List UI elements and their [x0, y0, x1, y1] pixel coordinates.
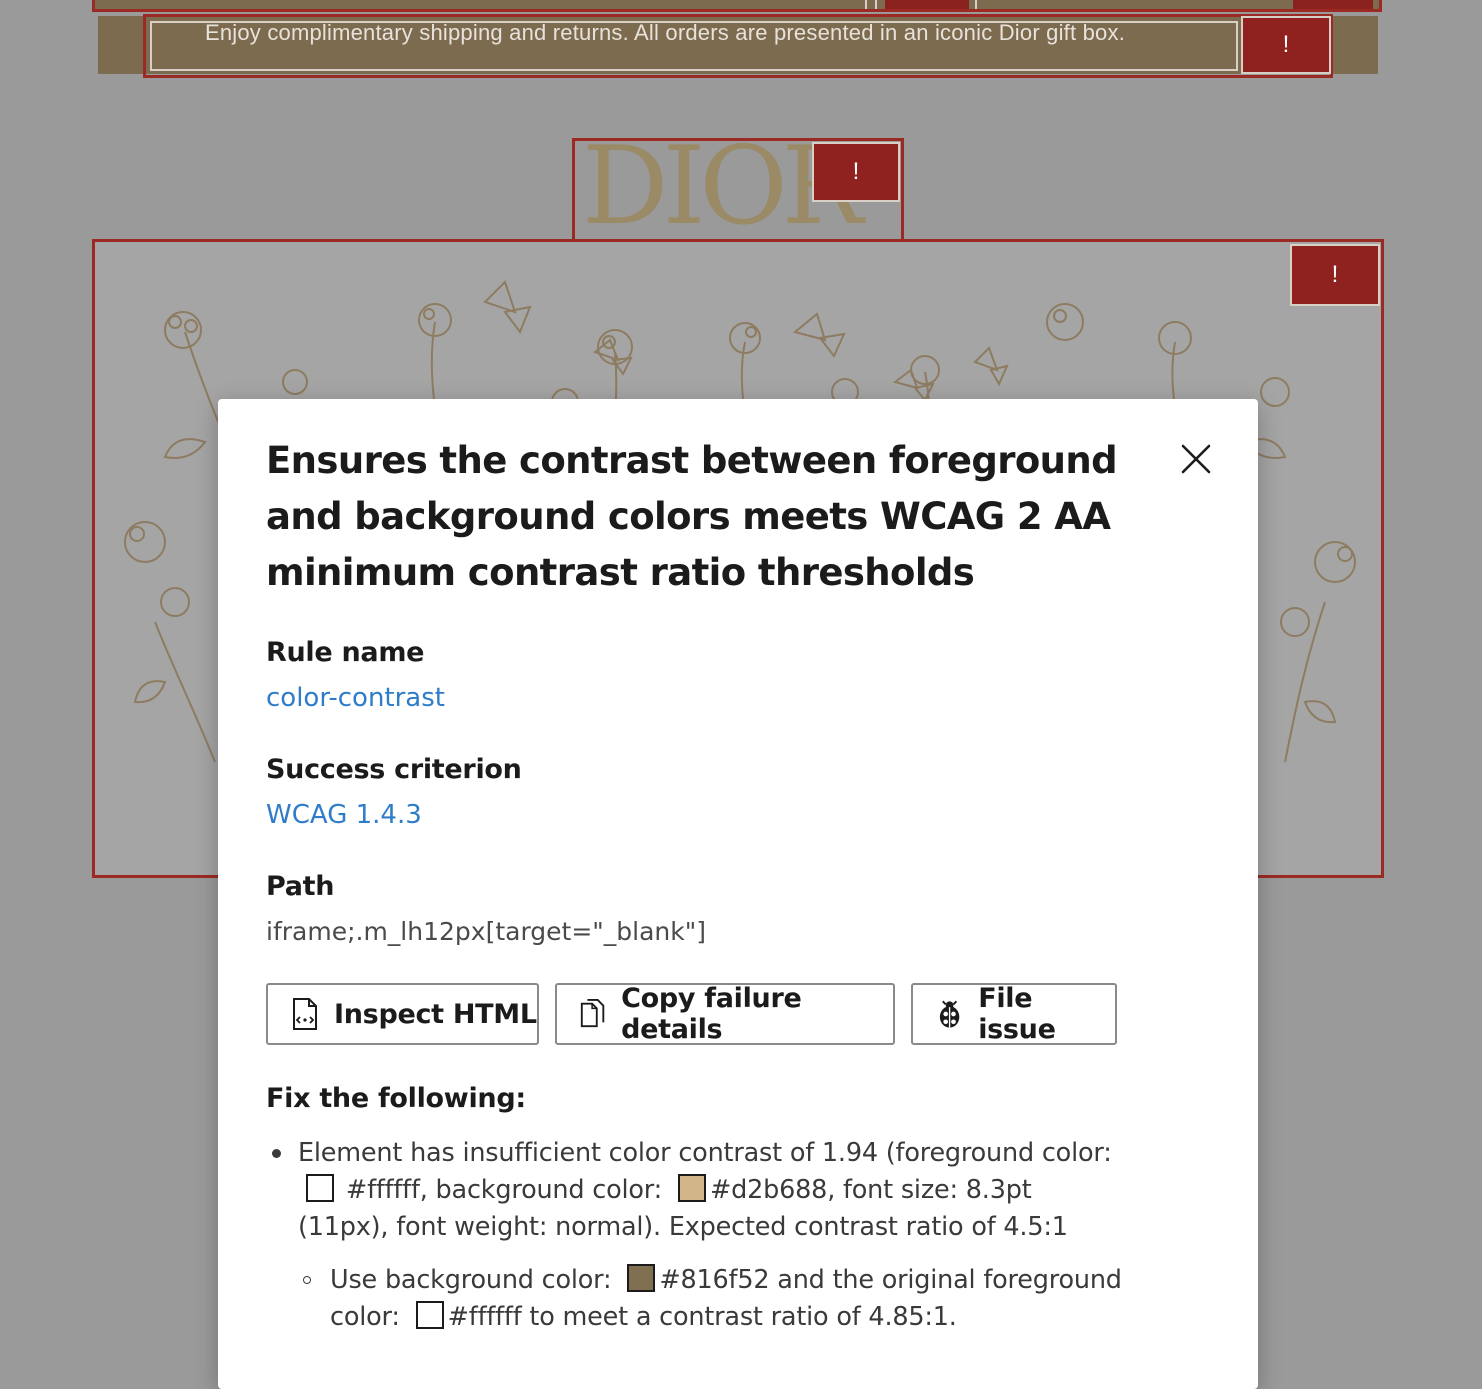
color-swatch-foreground	[306, 1174, 334, 1202]
copy-failure-details-button[interactable]: Copy failure details	[555, 983, 895, 1045]
top-nav-strip	[92, 0, 1382, 12]
bullet-icon	[272, 1149, 281, 1158]
nav-divider	[875, 0, 877, 9]
inspect-html-label: Inspect HTML	[334, 998, 537, 1030]
inspect-html-button[interactable]: Inspect HTML	[266, 983, 539, 1045]
nav-divider	[975, 0, 977, 9]
copy-failure-details-label: Copy failure details	[621, 983, 802, 1045]
failure-marker	[1293, 0, 1373, 9]
foreground-color-value: #ffffff	[447, 1302, 522, 1332]
failure-details-dialog: Ensures the contrast between foreground …	[218, 399, 1258, 1389]
failure-alert-icon[interactable]: !	[1241, 16, 1331, 74]
color-swatch-foreground	[415, 1301, 444, 1329]
success-criterion-link[interactable]: WCAG 1.4.3	[266, 800, 422, 830]
fix-the-following-label: Fix the following:	[266, 1083, 526, 1114]
color-swatch-background	[677, 1174, 706, 1202]
color-swatch-suggested	[627, 1264, 656, 1292]
nav-divider	[865, 0, 867, 9]
path-label: Path	[266, 871, 335, 902]
file-issue-button[interactable]: File issue	[911, 983, 1117, 1045]
suggested-color-value: #816f52	[659, 1265, 770, 1295]
success-criterion-label: Success criterion	[266, 754, 522, 785]
dialog-title: Ensures the contrast between foreground …	[266, 439, 1118, 594]
failure-alert-icon[interactable]: !	[812, 142, 900, 202]
copy-icon	[580, 999, 605, 1028]
background-color-value: #d2b688	[709, 1175, 828, 1205]
rule-name-label: Rule name	[266, 637, 425, 668]
list-item: Use background color: #816f52 and the or…	[266, 1262, 1126, 1336]
failure-marker	[885, 0, 969, 9]
close-icon	[1181, 444, 1211, 474]
fix-text: Use background color:	[330, 1265, 612, 1295]
fix-text: to meet a contrast ratio of 4.85:1.	[529, 1302, 957, 1332]
close-button[interactable]	[1176, 439, 1216, 479]
sub-bullet-icon	[303, 1276, 311, 1284]
inspect-html-icon	[293, 998, 317, 1030]
failure-alert-icon[interactable]: !	[1290, 244, 1380, 306]
banner-text[interactable]: Enjoy complimentary shipping and returns…	[100, 20, 1230, 46]
path-value: iframe;.m_lh12px[target="_blank"]	[266, 917, 706, 946]
fix-text: Element has insufficient color contrast …	[298, 1138, 1112, 1168]
fix-text: , background color:	[419, 1175, 663, 1205]
list-item: Element has insufficient color contrast …	[266, 1135, 1126, 1246]
fix-list: Element has insufficient color contrast …	[266, 1135, 1126, 1336]
rule-name-link[interactable]: color-contrast	[266, 683, 445, 713]
foreground-color-value: #ffffff	[345, 1175, 420, 1205]
bug-icon	[939, 1000, 960, 1028]
file-issue-label: File issue	[978, 983, 1056, 1045]
